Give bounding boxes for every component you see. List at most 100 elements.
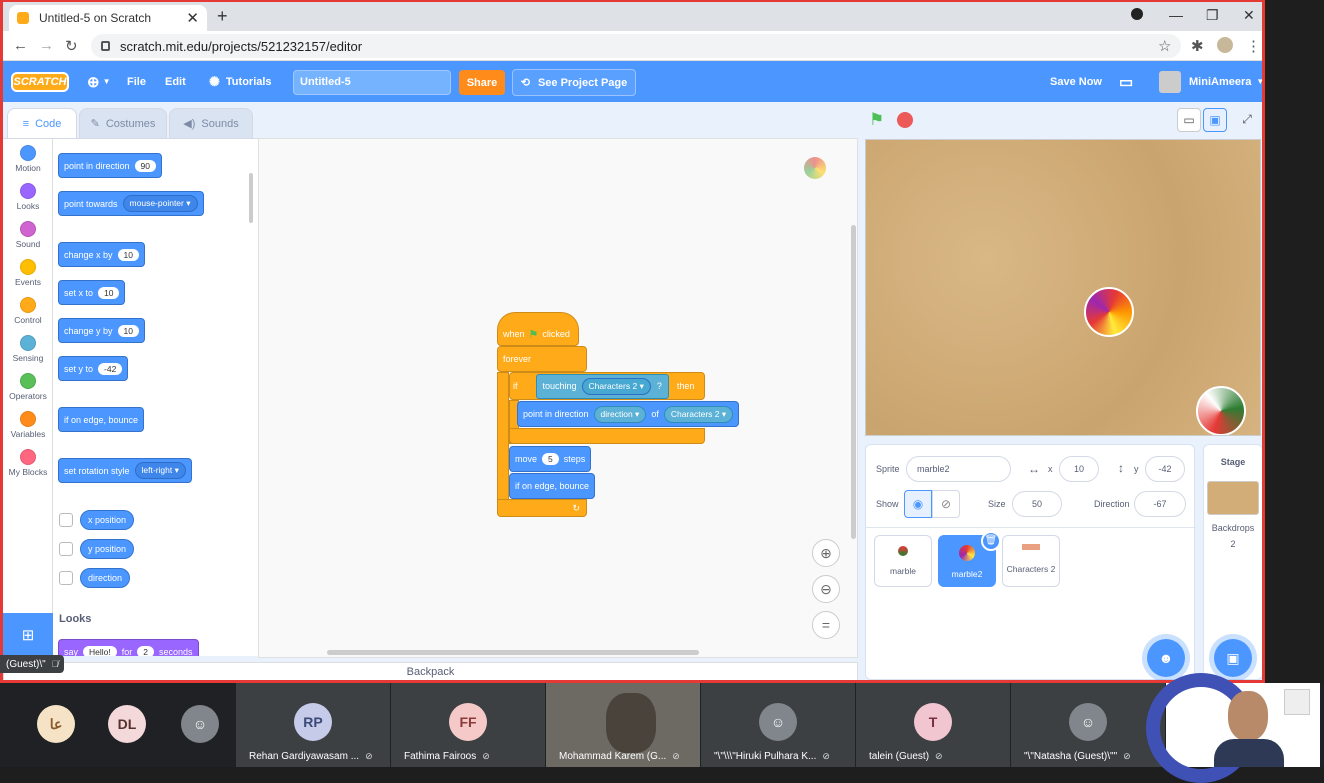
if-on-edge-bounce-block[interactable]: if on edge, bounce: [509, 473, 596, 499]
forward-icon[interactable]: →: [39, 37, 54, 54]
touching-dropdown[interactable]: Characters 2 ▾: [581, 377, 651, 395]
block-input[interactable]: 90: [134, 159, 157, 172]
reload-icon[interactable]: ↻: [65, 37, 78, 55]
new-tab-button[interactable]: +: [217, 6, 228, 27]
y-input[interactable]: -42: [1145, 456, 1185, 482]
profile-record-icon[interactable]: [1131, 8, 1143, 20]
script-area[interactable]: when ⚑ clicked forever if touching Characte…: [258, 138, 858, 658]
tab-code[interactable]: ≡ Code: [7, 108, 77, 139]
size-input[interactable]: 50: [1012, 491, 1062, 517]
close-window-button[interactable]: ✕: [1243, 7, 1255, 24]
participant-tile[interactable]: ☺ "\"Natasha (Guest)\"" ⊘: [1011, 683, 1165, 767]
block-point-towards[interactable]: point towards mouse-pointer ▾: [58, 191, 204, 216]
tab-close-icon[interactable]: ✕: [186, 9, 199, 27]
choose-backdrop-button[interactable]: ▣: [1214, 639, 1252, 677]
reporter-direction[interactable]: direction: [80, 568, 131, 588]
block-input[interactable]: Hello!: [83, 645, 117, 656]
project-title-input[interactable]: Untitled-5: [293, 70, 451, 95]
extensions-icon[interactable]: ✱: [1191, 37, 1204, 55]
block-input[interactable]: 10: [117, 248, 140, 261]
delete-sprite-icon[interactable]: 🗑: [981, 531, 1001, 551]
stage-selector-panel[interactable]: Stage Backdrops 2 ▣: [1203, 444, 1262, 680]
block-input[interactable]: 10: [98, 286, 120, 299]
y-position-checkbox[interactable]: [59, 542, 73, 556]
participant-tile[interactable]: RP Rehan Gardiyawasam ... ⊘: [236, 683, 390, 767]
profile-avatar-icon[interactable]: [1217, 37, 1233, 53]
block-say-for-seconds[interactable]: say Hello! for 2 seconds: [58, 639, 199, 656]
participant-avatar[interactable]: عا: [37, 705, 75, 743]
script-h-scrollbar[interactable]: [327, 650, 699, 655]
backpack[interactable]: Backpack: [3, 662, 858, 680]
edit-menu[interactable]: Edit: [165, 61, 186, 102]
kebab-menu-icon[interactable]: ⋮: [1246, 37, 1261, 55]
category-sound[interactable]: Sound: [3, 221, 53, 249]
category-events[interactable]: Events: [3, 259, 53, 287]
category-operators[interactable]: Operators: [3, 373, 53, 401]
tutorials-menu[interactable]: ✺ Tutorials: [209, 61, 272, 102]
tab-sounds[interactable]: ◀) Sounds: [169, 108, 253, 139]
participant-person-icon[interactable]: ☺: [181, 705, 219, 743]
file-menu[interactable]: File: [127, 61, 146, 102]
reporter-x-position[interactable]: x position: [80, 510, 135, 530]
stage-canvas[interactable]: [865, 139, 1261, 436]
when-flag-clicked-block[interactable]: when ⚑ clicked: [497, 312, 579, 346]
stop-button[interactable]: [897, 112, 913, 128]
marble2-sprite[interactable]: [1084, 287, 1134, 337]
category-control[interactable]: Control: [3, 297, 53, 325]
block-change-x[interactable]: change x by 10: [58, 242, 146, 267]
block-set-rotation-style[interactable]: set rotation style left-right ▾: [58, 458, 192, 483]
see-project-page-button[interactable]: ⟲ See Project Page: [512, 69, 636, 96]
participant-tile[interactable]: T talein (Guest) ⊘: [856, 683, 1010, 767]
sprite-thumb-marble[interactable]: marble: [874, 535, 932, 587]
block-input[interactable]: 2: [137, 645, 154, 656]
touching-sensing-block[interactable]: touching Characters 2 ▾?: [535, 373, 669, 399]
block-input[interactable]: -42: [98, 362, 123, 375]
zoom-in-button[interactable]: ⊕: [812, 539, 840, 567]
back-icon[interactable]: ←: [13, 37, 28, 54]
direction-input[interactable]: -67: [1134, 491, 1186, 517]
maximize-button[interactable]: ❐: [1206, 7, 1219, 24]
scratch-logo[interactable]: SCRATCH: [11, 72, 69, 92]
participant-tile[interactable]: FF Fathima Fairoos ⊘: [391, 683, 545, 767]
direction-dropdown[interactable]: direction ▾: [593, 405, 647, 423]
add-extension-button[interactable]: ⊞: [3, 613, 53, 656]
forever-block[interactable]: forever: [497, 346, 587, 372]
sprite-thumb-characters2[interactable]: Characters 2: [1002, 535, 1060, 587]
if-then-block[interactable]: if touching Characters 2 ▾? then: [509, 372, 705, 400]
small-stage-icon[interactable]: ▭: [1177, 108, 1201, 132]
category-variables[interactable]: Variables: [3, 411, 53, 439]
category-motion[interactable]: Motion: [3, 145, 53, 173]
tab-costumes[interactable]: ✎ Costumes: [79, 108, 167, 139]
choose-sprite-button[interactable]: ☻: [1147, 639, 1185, 677]
save-now-button[interactable]: Save Now: [1050, 61, 1102, 102]
presenter-video-tile[interactable]: [1146, 673, 1320, 783]
script-v-scrollbar[interactable]: [851, 225, 856, 539]
share-button[interactable]: Share: [459, 70, 505, 95]
green-flag-button[interactable]: ⚑: [869, 110, 884, 130]
move-steps-block[interactable]: move 5 steps: [509, 446, 592, 472]
large-stage-icon[interactable]: ▣: [1203, 108, 1227, 132]
block-dropdown[interactable]: mouse-pointer ▾: [122, 195, 198, 212]
block-change-y[interactable]: change y by 10: [58, 318, 146, 343]
show-eye-icon[interactable]: ◉: [904, 490, 932, 518]
hide-eye-icon[interactable]: ⊘: [932, 490, 960, 518]
minimize-button[interactable]: —: [1169, 7, 1183, 23]
reporter-y-position[interactable]: y position: [80, 539, 135, 559]
category-sensing[interactable]: Sensing: [3, 335, 53, 363]
zoom-reset-button[interactable]: =: [812, 611, 840, 639]
bookmark-star-icon[interactable]: ☆: [1158, 37, 1171, 55]
block-set-x[interactable]: set x to 10: [58, 280, 126, 305]
block-if-on-edge-bounce[interactable]: if on edge, bounce: [58, 407, 145, 432]
block-point-in-direction[interactable]: point in direction 90: [58, 153, 163, 178]
participant-video-tile[interactable]: Mohammad Karem (G... ⊘: [546, 683, 700, 767]
block-input[interactable]: 5: [542, 453, 559, 465]
my-stuff-folder-icon[interactable]: ▭: [1119, 61, 1133, 102]
language-globe-icon[interactable]: ⊕ ▼: [87, 61, 111, 102]
category-my-blocks[interactable]: My Blocks: [3, 449, 53, 477]
block-dropdown[interactable]: left-right ▾: [134, 462, 186, 479]
palette-scrollbar[interactable]: [249, 173, 253, 223]
x-position-checkbox[interactable]: [59, 513, 73, 527]
category-looks[interactable]: Looks: [3, 183, 53, 211]
direction-checkbox[interactable]: [59, 571, 73, 585]
x-input[interactable]: 10: [1059, 456, 1099, 482]
